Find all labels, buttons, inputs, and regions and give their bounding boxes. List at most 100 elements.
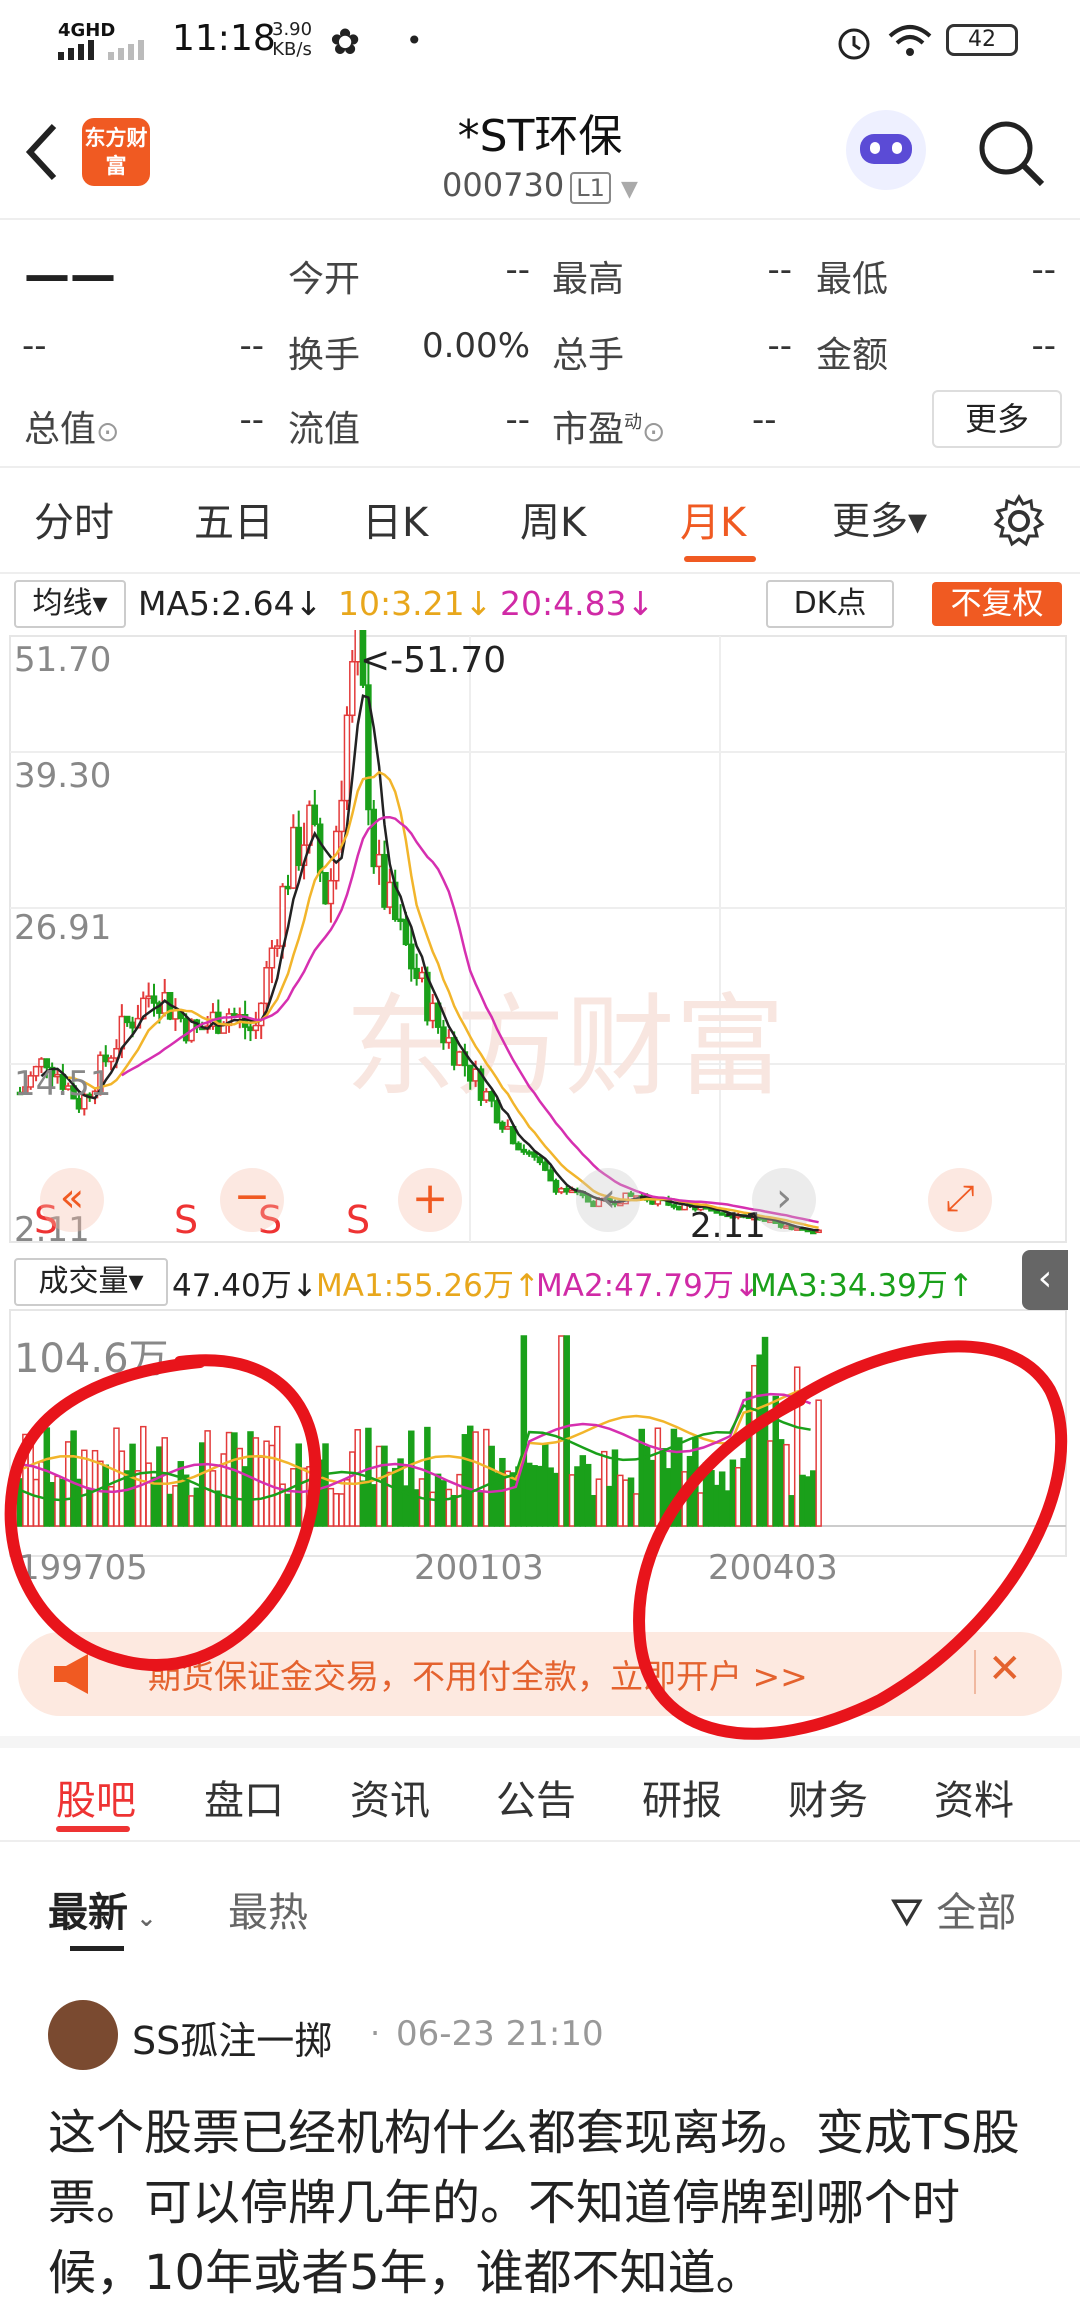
tab-news[interactable]: 资讯 [350,1768,430,1826]
volume-bar [772,1395,780,1527]
candle [375,853,383,868]
volume-bar [113,1427,120,1527]
divider [0,572,1080,574]
gear-icon[interactable] [992,494,1046,548]
ad-text: 期货保证金交易，不用付全款，立即开户 >> [148,1657,808,1696]
tab-weekly-k[interactable]: 周K [520,490,586,548]
tab-five-day[interactable]: 五日 [194,490,274,548]
fullscreen-icon[interactable]: ⤢ [928,1168,992,1232]
volume-bar [64,1441,72,1527]
filter-icon: ⛛ [890,1890,937,1936]
ma-select[interactable]: 均线▾ [14,580,126,628]
tab-research[interactable]: 研报 [642,1768,722,1826]
candle [252,1024,260,1032]
tab-daily-k[interactable]: 日K [362,490,428,548]
market-cap-label[interactable]: 总值⊙ [24,400,119,452]
scroll-left-button[interactable]: « [40,1168,104,1232]
candle [284,885,292,890]
dk-point-select[interactable]: DK点 [766,580,894,628]
volume-bar [724,1490,731,1527]
turnover-value: 0.00% [421,326,530,366]
post-username[interactable]: SS孤注一掷 [132,2010,332,2065]
volume-bar [734,1466,742,1527]
filter-all[interactable]: ⛛ 全部 [890,1880,1016,1938]
candle [408,943,415,970]
volume-bar [22,1433,29,1527]
volume-bar [504,1470,512,1527]
tab-financials[interactable]: 财务 [788,1768,868,1826]
volume-bar [48,1482,56,1527]
volume-bar [606,1485,613,1527]
robot-assistant-icon[interactable] [846,110,926,190]
candle [322,872,329,905]
volume-bar [622,1479,629,1527]
zoom-out-button[interactable]: − [220,1168,284,1232]
tab-profile[interactable]: 资料 [934,1768,1014,1826]
volume-bar [450,1494,458,1527]
candle [150,995,158,1004]
volume-bar [38,1461,45,1527]
collapse-panel-button[interactable]: ‹ [1022,1250,1068,1310]
candle [247,1026,254,1032]
ma20-value: 20:4.83↓ [500,584,655,623]
volume-bar [204,1430,211,1527]
post-content[interactable]: 这个股票已经机构什么都套现离场。变成TS股票。可以停牌几年的。不知道停牌到哪个时… [48,2098,1038,2308]
active-tab-indicator [684,556,756,562]
close-icon[interactable]: ✕ [988,1646,1022,1692]
indicator-select[interactable]: 成交量▾ [14,1258,168,1306]
candle [274,945,281,949]
tab-guba[interactable]: 股吧 [56,1768,136,1826]
tab-more[interactable]: 更多▾ [832,490,927,545]
more-quote-button[interactable]: 更多 [932,390,1062,448]
price-change: -- [22,326,47,366]
tab-monthly-k[interactable]: 月K [680,490,746,548]
battery-level: 42 [968,27,996,52]
candle [552,1179,560,1193]
tab-intraday[interactable]: 分时 [34,490,114,548]
search-icon[interactable] [976,118,1046,188]
volume-bar [751,1364,758,1527]
tab-announcements[interactable]: 公告 [496,1768,576,1826]
status-bar: 4GHD 11:18 3.90 KB/s ✿ • 42 [0,0,1080,80]
zoom-in-button[interactable]: + [398,1168,462,1232]
volume-bar [338,1493,345,1527]
next-button[interactable]: › [752,1168,816,1232]
volume-bar [381,1445,388,1527]
y-tick-label: 26.91 [14,908,112,948]
tab-pankou[interactable]: 盘口 [204,1768,284,1826]
avatar[interactable] [48,2000,118,2070]
volume-bar [445,1488,453,1527]
volume-bar [815,1399,822,1527]
volume-value: -- [767,326,792,366]
adjust-mode-button[interactable]: 不复权 [932,582,1062,626]
price-frame [9,635,1067,1243]
volume-bar [568,1474,576,1527]
volume-bar [718,1471,726,1527]
volume-bar [499,1457,506,1527]
kline-chart[interactable]: 东方财富 [0,630,1080,1580]
net-speed: 3.90 KB/s [272,19,313,60]
pe-label[interactable]: 市盈动⊙ [552,400,665,452]
volume-bar [429,1491,436,1527]
volume-bar [617,1474,624,1527]
volume-bar [627,1477,635,1527]
volume-bar [708,1470,715,1527]
futures-ad-banner[interactable]: 期货保证金交易，不用付全款，立即开户 >> ✕ [18,1632,1062,1716]
volume-bar [27,1440,34,1527]
prev-button[interactable]: ‹ [576,1168,640,1232]
candle [123,1015,131,1024]
volume-bar [584,1463,592,1527]
candle [429,1002,436,1022]
volume-bar [686,1455,694,1527]
sort-newest[interactable]: 最新 ⌄ [48,1880,156,1938]
candle [370,808,378,868]
volume-bar [461,1434,469,1527]
wifi-icon [888,25,932,56]
divider [0,218,1080,220]
volume-bar [654,1427,662,1527]
volume-bar [756,1354,763,1527]
candle [263,966,270,1005]
sort-hot[interactable]: 最热 [228,1880,308,1938]
candle [536,1156,544,1164]
amount-label: 金额 [816,335,889,376]
